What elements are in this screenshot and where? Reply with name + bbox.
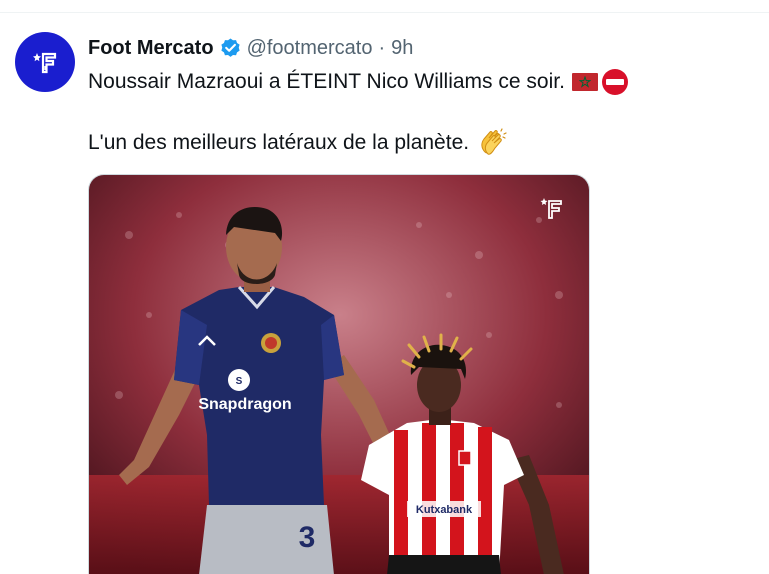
tweet-header: Foot Mercato @footmercato · 9h <box>88 35 413 61</box>
tweet-text-2: L'un des meilleurs latéraux de la planèt… <box>88 131 470 154</box>
author-name[interactable]: Foot Mercato <box>88 37 214 60</box>
watermark-logo-icon <box>539 195 565 221</box>
tweet[interactable]: Foot Mercato @footmercato · 9h Noussair … <box>0 13 769 574</box>
svg-text:S: S <box>236 376 243 387</box>
verified-badge-icon <box>219 37 242 60</box>
author-handle[interactable]: @footmercato <box>247 37 373 60</box>
timestamp[interactable]: 9h <box>391 37 413 60</box>
separator-dot: · <box>378 36 386 59</box>
no-entry-icon <box>601 69 628 95</box>
opponent-sponsor: Kutxabank <box>416 504 473 516</box>
foot-mercato-logo-icon <box>33 52 57 74</box>
tweet-text-line-1: Noussair Mazraoui a ÉTEINT Nico Williams… <box>88 69 628 95</box>
tweet-text-line-2: L'un des meilleurs latéraux de la planèt… <box>88 128 507 158</box>
avatar[interactable] <box>15 32 75 92</box>
tweet-media-image[interactable]: S Snapdragon 3 Kutxabank <box>88 174 590 574</box>
tweet-text-1: Noussair Mazraoui a ÉTEINT Nico Williams… <box>88 70 565 93</box>
morocco-flag-icon <box>571 73 598 91</box>
match-photo: S Snapdragon 3 Kutxabank <box>89 175 589 574</box>
jersey-number: 3 <box>299 521 316 554</box>
clapping-hands-icon <box>477 128 507 158</box>
jersey-sponsor: Snapdragon <box>198 396 291 413</box>
